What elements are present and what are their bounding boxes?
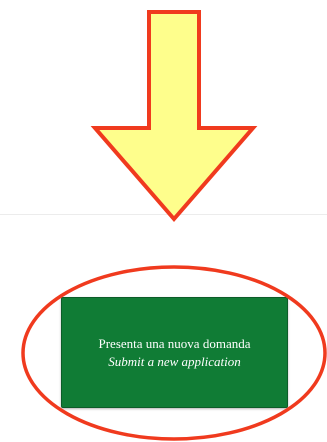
button-label-it: Presenta una nuova domanda [98,335,251,351]
submit-new-application-button[interactable]: Presenta una nuova domanda Submit a new … [61,297,288,408]
page: Presenta una nuova domanda Submit a new … [0,0,327,442]
down-arrow-icon [90,10,258,223]
button-label-en: Submit a new application [108,353,241,369]
divider [0,214,327,215]
